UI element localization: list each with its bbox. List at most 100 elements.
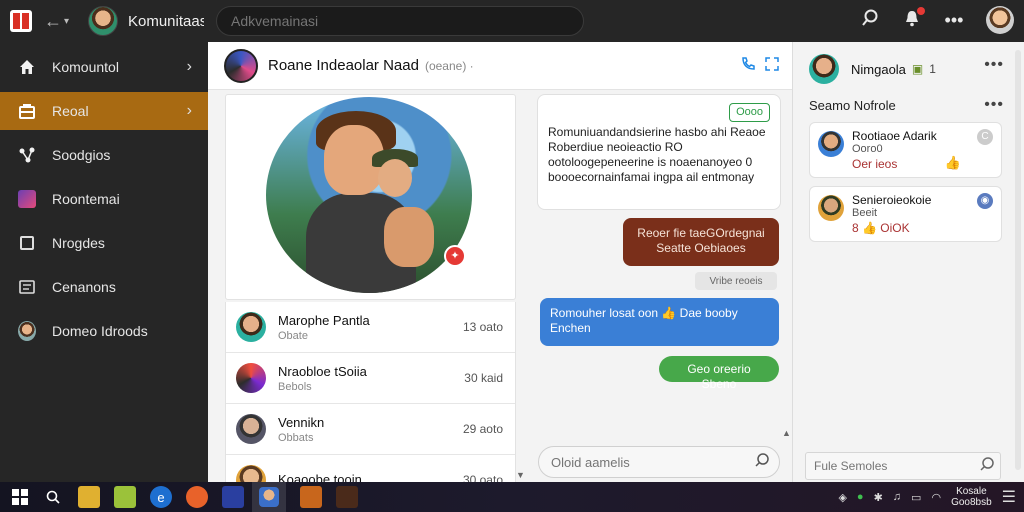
sidebar-item-home[interactable]: Komountol ›	[0, 48, 208, 86]
sidebar-item-label: Domeo Idroods	[52, 323, 148, 339]
taskbar: e ◈ ● ✱ ♫ ▭ ◠ Kosale Goo8bsb ☰	[0, 482, 1024, 512]
avatar	[236, 414, 266, 444]
chevron-right-icon: ›	[186, 102, 192, 119]
list-item[interactable]: Marophe Pantla Obate 13 oato	[226, 302, 515, 353]
contact-name: Vennikn	[278, 414, 325, 430]
sidebar-item-cenanons[interactable]: Cenanons	[0, 268, 208, 306]
top-bar: ← ▾ Komunitaas •••	[0, 0, 1024, 42]
battery-icon[interactable]: ▭	[911, 491, 921, 504]
network-icon[interactable]: ◈	[838, 491, 846, 504]
avatar	[818, 131, 844, 157]
scroll-up-icon[interactable]: ▲	[782, 428, 791, 438]
sidebar-item-label: Reoal	[52, 103, 89, 119]
search-input[interactable]	[216, 6, 584, 36]
contact-subtitle: Obate	[278, 329, 308, 342]
list-item[interactable]: Koaoobe tooin 30 oato	[226, 455, 515, 482]
list-item[interactable]: Nraobloe tSoiia Bebols 30 kaid	[226, 353, 515, 404]
game-icon[interactable]	[336, 486, 358, 508]
card-title: Senieroieokoie	[852, 193, 932, 207]
list-item[interactable]: Vennikn Obbats 29 aoto	[226, 404, 515, 455]
scroll-down-icon[interactable]: ▼	[516, 470, 525, 480]
contact-time: 30 oato	[462, 473, 503, 482]
volume-icon[interactable]: ♫	[893, 491, 901, 503]
browser-icon[interactable]: e	[150, 486, 172, 508]
message-tag[interactable]: Oooo	[729, 103, 770, 122]
chat-header-actions	[740, 56, 780, 77]
profile-artwork[interactable]	[266, 97, 472, 293]
start-button[interactable]	[12, 489, 28, 505]
sidebar: Komountol › Reoal › Soodgios Roontemai N…	[0, 42, 208, 482]
search-icon[interactable]	[860, 9, 880, 32]
profile-badge-icon[interactable]: ✦	[444, 245, 466, 267]
contact-time: 30 kaid	[464, 371, 503, 385]
bluetooth-icon[interactable]: ✱	[874, 491, 883, 504]
search-icon[interactable]	[754, 452, 770, 472]
card-value: 8 👍 OiOK	[852, 221, 910, 235]
folder-icon[interactable]	[78, 486, 100, 508]
sidebar-item-domeo-idroods[interactable]: Domeo Idroods	[0, 312, 208, 350]
files-icon[interactable]	[114, 486, 136, 508]
more-options-icon[interactable]: •••	[984, 56, 1004, 74]
outgoing-message: Reoer fie taeGOrdegnai Seatte Oebiaoes	[623, 218, 779, 266]
sidebar-item-soodgios[interactable]: Soodgios	[0, 136, 208, 174]
user-avatar[interactable]	[986, 6, 1014, 34]
app-logo-icon[interactable]	[10, 10, 32, 32]
right-search-input[interactable]	[805, 452, 1001, 480]
message-text: Romuniuandandsierine hasbo ahi Reaoe Rob…	[548, 125, 766, 184]
contact-name: Nraobloe tSoiia	[278, 363, 367, 379]
thumbs-up-icon: 👍	[944, 155, 961, 170]
home-icon	[18, 58, 36, 76]
profile-card: ✦	[225, 94, 516, 300]
active-app-icon[interactable]	[252, 482, 286, 512]
contact-name: Koaoobe tooin	[278, 471, 362, 483]
contact-time: 29 aoto	[462, 422, 503, 436]
back-arrow-icon[interactable]: ←	[44, 11, 62, 32]
contact-subtitle: Bebols	[278, 380, 312, 393]
clock[interactable]: Kosale Goo8bsb	[951, 486, 992, 508]
chat-title: Roane Indeaolar Naad	[268, 57, 419, 74]
chat-avatar[interactable]	[224, 48, 258, 83]
more-options-icon[interactable]: •••	[984, 96, 1004, 114]
notifications-icon[interactable]: ☰	[1002, 487, 1016, 507]
firefox-icon[interactable]	[186, 486, 208, 508]
contact-subtitle: Obbats	[278, 431, 314, 444]
document-icon	[18, 278, 36, 296]
search-icon[interactable]	[979, 456, 995, 475]
shield-app-icon[interactable]	[222, 486, 244, 508]
profile-card-item[interactable]: Senieroieokoie Beeit 8 👍 OiOK ◉	[809, 186, 1002, 242]
notification-bell-icon[interactable]	[902, 6, 925, 32]
expand-icon[interactable]	[764, 56, 780, 77]
message-compose-input[interactable]	[538, 446, 780, 478]
card-badge[interactable]: C	[977, 129, 993, 145]
profile-card-item[interactable]: Rootiaoe Adarik Ooro0 Oer ieos C 👍	[809, 122, 1002, 178]
scrollbar[interactable]	[1015, 50, 1021, 470]
call-icon[interactable]	[740, 56, 756, 77]
sidebar-item-roontemai[interactable]: Roontemai	[0, 180, 208, 218]
right-panel-header: Nimgaola ▣ 1	[809, 54, 936, 84]
system-message: Vribe reoeis	[695, 272, 777, 290]
sidebar-item-label: Cenanons	[52, 279, 116, 295]
search-icon[interactable]	[42, 486, 64, 508]
sidebar-item-reoal[interactable]: Reoal ›	[0, 92, 208, 130]
chevron-down-icon[interactable]: ▾	[64, 16, 74, 27]
system-tray: ◈ ● ✱ ♫ ▭ ◠ Kosale Goo8bsb ☰	[838, 482, 1016, 512]
chevron-right-icon: ›	[186, 58, 192, 75]
app-title: Komunitaas	[128, 12, 204, 30]
quick-reply-button[interactable]: Geo oreerio Sbeno	[659, 356, 779, 391]
avatar[interactable]	[809, 54, 839, 84]
contact-name: Marophe Pantla	[278, 312, 370, 328]
more-options-icon[interactable]: •••	[944, 10, 964, 31]
sidebar-item-nrogdes[interactable]: Nrogdes	[0, 224, 208, 262]
app-icon[interactable]	[300, 486, 322, 508]
right-panel: Nimgaola ▣ 1 ••• Seamo Nofrole ••• Rooti…	[792, 42, 1024, 482]
wifi-icon[interactable]: ◠	[931, 491, 941, 504]
sidebar-item-label: Roontemai	[52, 191, 120, 207]
share-nodes-icon	[18, 146, 36, 164]
sidebar-item-label: Soodgios	[52, 147, 111, 163]
community-avatar[interactable]	[88, 6, 118, 36]
verified-badge: ▣	[911, 62, 924, 76]
chat-panel: Roane Indeaolar Naad (oeane) · ✦ Marophe…	[208, 42, 792, 482]
avatar-icon	[18, 321, 36, 341]
globe-icon[interactable]: ◉	[977, 193, 993, 209]
status-icon[interactable]: ●	[857, 491, 864, 503]
